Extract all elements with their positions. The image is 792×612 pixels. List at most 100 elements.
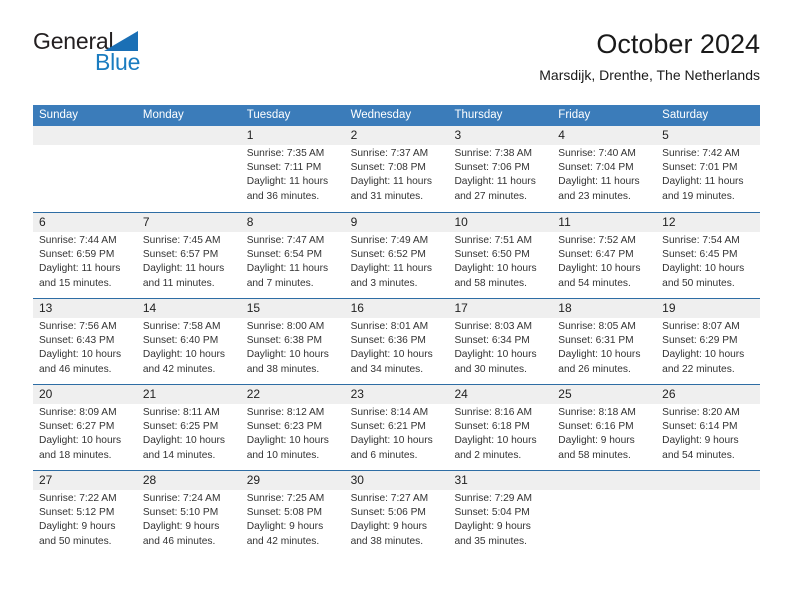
day-cell-4[interactable]: 4 Sunrise: 7:40 AM Sunset: 7:04 PM Daylight…: [552, 126, 656, 212]
day-detail-line: Sunrise: 7:37 AM: [350, 148, 429, 159]
day-detail-line: Sunset: 6:45 PM: [662, 249, 738, 261]
day-number: 20: [39, 387, 53, 401]
day-detail-line: Daylight: 11 hours: [246, 176, 329, 188]
day-cell-23[interactable]: 23 Sunrise: 8:14 AM Sunset: 6:21 PM Dayligh…: [345, 385, 449, 470]
calendar-grid: Sunday Monday Tuesday Wednesday Thursday Frid…: [33, 105, 760, 556]
day-cell-31[interactable]: 31 Sunrise: 7:29 AM Sunset: 5:04 PM Dayligh…: [448, 471, 552, 556]
day-detail-line: Daylight: 11 hours: [246, 263, 329, 275]
day-detail-line: Daylight: 11 hours: [39, 263, 121, 275]
weekday-header-saturday: Saturday: [662, 109, 709, 121]
weekday-header-monday: Monday: [142, 109, 184, 121]
day-cell-7[interactable]: 7 Sunrise: 7:45 AM Sunset: 6:57 PM Daylight…: [137, 213, 241, 298]
day-cell-13[interactable]: 13 Sunrise: 7:56 AM Sunset: 6:43 PM Dayligh…: [33, 299, 137, 384]
day-detail-line: Sunset: 6:27 PM: [39, 421, 115, 433]
day-details: Sunrise: 7:35 AM Sunset: 7:11 PM Daylight:…: [247, 147, 345, 204]
day-cell-3[interactable]: 3 Sunrise: 7:38 AM Sunset: 7:06 PM Daylight…: [448, 126, 552, 212]
weekday-header-row: Sunday Monday Tuesday Wednesday Thursday Frid…: [33, 105, 760, 126]
day-detail-line: Sunrise: 7:38 AM: [454, 148, 533, 159]
day-cell-2[interactable]: 2 Sunrise: 7:37 AM Sunset: 7:08 PM Daylight…: [345, 126, 449, 212]
day-detail-line: Sunset: 6:43 PM: [39, 335, 115, 347]
day-detail-line: Sunrise: 7:27 AM: [350, 493, 429, 504]
day-details: Sunrise: 7:27 AM Sunset: 5:06 PM Daylight:…: [351, 492, 449, 549]
day-detail-line: Sunset: 6:25 PM: [142, 421, 219, 433]
day-detail-line: Daylight: 10 hours: [350, 349, 433, 361]
day-number: 24: [454, 387, 468, 401]
day-detail-line: Sunrise: 8:01 AM: [350, 321, 429, 332]
day-detail-line: Sunset: 7:04 PM: [558, 162, 634, 174]
day-details: Sunrise: 7:38 AM Sunset: 7:06 PM Daylight:…: [454, 147, 552, 204]
day-number: 9: [350, 215, 358, 229]
day-detail-line: Sunset: 6:54 PM: [246, 249, 323, 261]
day-cell-5[interactable]: 5 Sunrise: 7:42 AM Sunset: 7:01 PM Daylight…: [656, 126, 760, 212]
day-detail-line: Sunrise: 7:42 AM: [662, 148, 740, 159]
weekday-header-sunday: Sunday: [39, 109, 79, 121]
day-cell-12[interactable]: 12 Sunrise: 7:54 AM Sunset: 6:45 PM Dayligh…: [656, 213, 760, 298]
day-detail-line: Sunrise: 7:40 AM: [558, 148, 636, 159]
day-detail-line: Sunset: 7:08 PM: [350, 162, 426, 174]
brand-logo[interactable]: General Blue: [33, 28, 233, 88]
day-details: Sunrise: 8:01 AM Sunset: 6:36 PM Daylight:…: [351, 320, 449, 377]
day-cell-6[interactable]: 6 Sunrise: 7:44 AM Sunset: 6:59 PM Daylight…: [33, 213, 137, 298]
day-details: Sunrise: 8:00 AM Sunset: 6:38 PM Daylight:…: [247, 320, 345, 377]
day-cell-1[interactable]: 1 Sunrise: 7:35 AM Sunset: 7:11 PM Daylight…: [241, 126, 345, 212]
day-detail-line: Sunset: 7:06 PM: [454, 162, 530, 174]
day-cell-21[interactable]: 21 Sunrise: 8:11 AM Sunset: 6:25 PM Dayligh…: [137, 385, 241, 470]
day-details: Sunrise: 7:25 AM Sunset: 5:08 PM Daylight:…: [247, 492, 345, 549]
day-cell-17[interactable]: 17 Sunrise: 8:03 AM Sunset: 6:34 PM Dayligh…: [448, 299, 552, 384]
day-number: 7: [142, 215, 150, 229]
day-number: 23: [350, 387, 364, 401]
day-detail-line: Sunset: 5:06 PM: [350, 507, 426, 519]
day-detail-line: Sunrise: 7:24 AM: [142, 493, 221, 504]
day-cell-19[interactable]: 19 Sunrise: 8:07 AM Sunset: 6:29 PM Dayligh…: [656, 299, 760, 384]
day-cell-8[interactable]: 8 Sunrise: 7:47 AM Sunset: 6:54 PM Daylight…: [241, 213, 345, 298]
day-detail-line: Sunset: 6:38 PM: [246, 335, 323, 347]
day-detail-line: and 42 minutes.: [142, 363, 216, 375]
day-cell-11[interactable]: 11 Sunrise: 7:52 AM Sunset: 6:47 PM Dayligh…: [552, 213, 656, 298]
day-detail-line: and 58 minutes.: [454, 277, 527, 289]
day-detail-line: Sunset: 5:04 PM: [454, 507, 530, 519]
day-detail-line: Daylight: 10 hours: [662, 349, 745, 361]
day-detail-line: Sunset: 6:57 PM: [142, 249, 219, 261]
day-details: Sunrise: 7:49 AM Sunset: 6:52 PM Daylight:…: [351, 234, 449, 291]
day-details: Sunrise: 7:52 AM Sunset: 6:47 PM Daylight:…: [558, 234, 656, 291]
day-cell-26[interactable]: 26 Sunrise: 8:20 AM Sunset: 6:14 PM Dayligh…: [656, 385, 760, 470]
day-cell-9[interactable]: 9 Sunrise: 7:49 AM Sunset: 6:52 PM Daylight…: [345, 213, 449, 298]
day-details: Sunrise: 8:12 AM Sunset: 6:23 PM Daylight:…: [247, 406, 345, 463]
day-cell-25[interactable]: 25 Sunrise: 8:18 AM Sunset: 6:16 PM Dayligh…: [552, 385, 656, 470]
day-number: 5: [662, 128, 669, 142]
day-details: Sunrise: 8:05 AM Sunset: 6:31 PM Daylight:…: [558, 320, 656, 377]
day-detail-line: and 27 minutes.: [454, 190, 527, 202]
day-detail-line: and 58 minutes.: [558, 449, 631, 461]
day-detail-line: Sunrise: 7:45 AM: [142, 235, 221, 246]
title-block: October 2024 Marsdijk, Drenthe, The Neth…: [539, 28, 760, 84]
day-number: 1: [246, 128, 254, 142]
day-cell-29[interactable]: 29 Sunrise: 7:25 AM Sunset: 5:08 PM Dayligh…: [241, 471, 345, 556]
day-cell-14[interactable]: 14 Sunrise: 7:58 AM Sunset: 6:40 PM Dayligh…: [137, 299, 241, 384]
day-cell-empty: [33, 126, 137, 212]
day-cell-22[interactable]: 22 Sunrise: 8:12 AM Sunset: 6:23 PM Dayligh…: [241, 385, 345, 470]
day-detail-line: Daylight: 10 hours: [454, 435, 537, 447]
day-cell-27[interactable]: 27 Sunrise: 7:22 AM Sunset: 5:12 PM Dayligh…: [33, 471, 137, 556]
day-cell-18[interactable]: 18 Sunrise: 8:05 AM Sunset: 6:31 PM Dayligh…: [552, 299, 656, 384]
day-detail-line: Daylight: 11 hours: [142, 263, 225, 275]
calendar-weeks: 1 Sunrise: 7:35 AM Sunset: 7:11 PM Daylight…: [33, 126, 760, 556]
day-cell-30[interactable]: 30 Sunrise: 7:27 AM Sunset: 5:06 PM Dayligh…: [345, 471, 449, 556]
day-cell-16[interactable]: 16 Sunrise: 8:01 AM Sunset: 6:36 PM Dayligh…: [345, 299, 449, 384]
day-detail-line: Sunset: 7:11 PM: [246, 162, 322, 174]
day-detail-line: Sunrise: 8:09 AM: [39, 407, 117, 418]
day-detail-line: Sunrise: 8:16 AM: [454, 407, 533, 418]
day-detail-line: Daylight: 9 hours: [454, 521, 531, 533]
day-cell-10[interactable]: 10 Sunrise: 7:51 AM Sunset: 6:50 PM Dayligh…: [448, 213, 552, 298]
day-detail-line: Daylight: 11 hours: [558, 176, 640, 188]
day-cell-24[interactable]: 24 Sunrise: 8:16 AM Sunset: 6:18 PM Dayligh…: [448, 385, 552, 470]
day-detail-line: and 26 minutes.: [558, 363, 631, 375]
weekday-header-wednesday: Wednesday: [350, 109, 412, 121]
day-detail-line: and 14 minutes.: [142, 449, 216, 461]
day-detail-line: Sunrise: 7:44 AM: [39, 235, 117, 246]
weekday-header-thursday: Thursday: [454, 109, 503, 121]
day-cell-20[interactable]: 20 Sunrise: 8:09 AM Sunset: 6:27 PM Dayligh…: [33, 385, 137, 470]
day-cell-15[interactable]: 15 Sunrise: 8:00 AM Sunset: 6:38 PM Dayligh…: [241, 299, 345, 384]
day-number: 14: [142, 301, 157, 315]
day-detail-line: Sunset: 6:40 PM: [142, 335, 219, 347]
day-cell-28[interactable]: 28 Sunrise: 7:24 AM Sunset: 5:10 PM Dayligh…: [137, 471, 241, 556]
